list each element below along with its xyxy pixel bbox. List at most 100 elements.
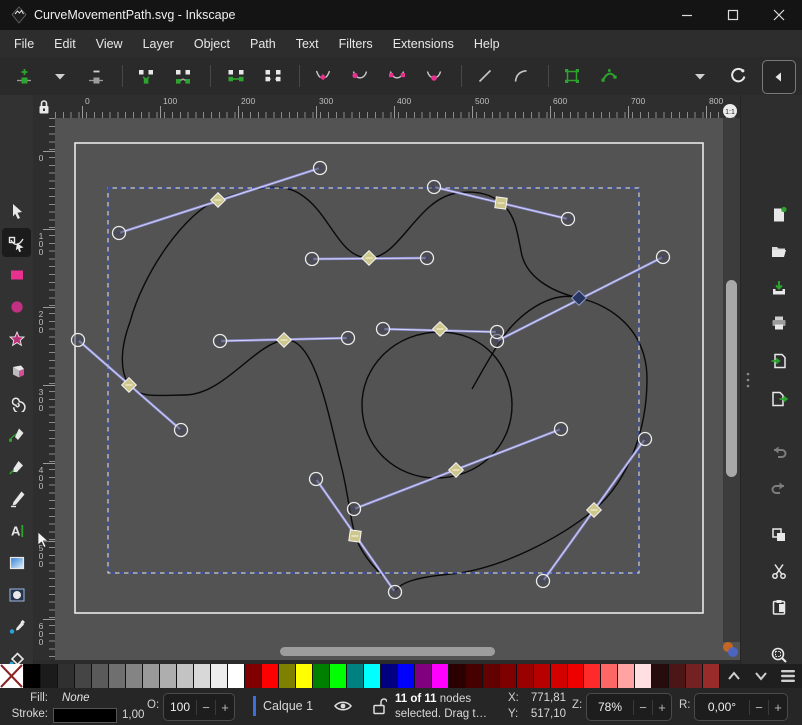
rotate-90-button[interactable] [722,60,754,92]
menu-help[interactable]: Help [464,30,510,57]
layer-name[interactable]: Calque 1 [263,699,313,713]
color-swatch[interactable] [500,664,517,688]
menu-edit[interactable]: Edit [44,30,86,57]
color-swatch[interactable] [534,664,551,688]
color-swatch[interactable] [432,664,449,688]
break-nodes-button[interactable] [167,60,199,92]
stroke-to-path-button[interactable] [593,60,625,92]
menu-view[interactable]: View [86,30,133,57]
pencil-tool[interactable] [2,452,31,481]
copy-button[interactable] [761,519,797,551]
rotation-increase-button[interactable]: + [768,700,787,715]
selector-tool[interactable] [2,196,31,225]
color-swatch[interactable] [194,664,211,688]
layer-visibility-icon[interactable] [333,698,353,714]
bezier-path[interactable] [122,187,647,591]
rotation-spinbox[interactable]: 0,00° − + [694,693,788,721]
close-button[interactable] [756,0,802,30]
delete-segment-button[interactable] [257,60,289,92]
color-swatch[interactable] [228,664,245,688]
horizontal-scrollbar[interactable] [55,642,723,660]
segment-curve-button[interactable] [505,60,537,92]
color-swatch[interactable] [551,664,568,688]
opacity-increase-button[interactable]: + [215,700,234,715]
stroke-width-value[interactable]: 1,00 [122,709,144,721]
collapse-panel-button[interactable] [762,60,796,94]
lock-icon[interactable] [37,99,51,115]
rotation-value[interactable]: 0,00° [695,700,749,714]
delete-node-button[interactable] [80,60,112,92]
color-swatch[interactable] [686,664,703,688]
color-swatch[interactable] [296,664,313,688]
opacity-spinbox[interactable]: 100 − + [163,693,235,721]
export-button[interactable] [761,383,797,415]
color-swatch[interactable] [279,664,296,688]
color-swatch[interactable] [618,664,635,688]
color-swatch[interactable] [262,664,279,688]
color-swatch[interactable] [381,664,398,688]
node-smooth-button[interactable] [344,60,376,92]
rectangle-tool[interactable] [2,260,31,289]
menu-text[interactable]: Text [286,30,329,57]
color-swatch[interactable] [669,664,686,688]
gradient-tool[interactable] [2,548,31,577]
zoom-spinbox[interactable]: 78% − + [586,693,672,721]
star-tool[interactable] [2,324,31,353]
color-swatch[interactable] [58,664,75,688]
text-tool[interactable]: A [2,516,31,545]
color-swatch[interactable] [92,664,109,688]
minimize-button[interactable] [664,0,710,30]
color-swatch[interactable] [330,664,347,688]
maximize-button[interactable] [710,0,756,30]
save-button[interactable] [761,272,797,304]
rotation-decrease-button[interactable]: − [749,700,768,715]
bezier-path[interactable] [472,296,579,389]
pen-tool[interactable] [2,420,31,449]
color-swatch[interactable] [398,664,415,688]
color-swatch[interactable] [568,664,585,688]
join-nodes-button[interactable] [130,60,162,92]
canvas[interactable]: 1:1 [55,118,740,660]
vertical-scrollbar[interactable] [723,118,740,642]
spiral-tool[interactable] [2,388,31,417]
paste-button[interactable] [761,591,797,623]
vertical-scrollbar-thumb[interactable] [726,280,737,477]
open-document-button[interactable] [761,235,797,267]
swatch-none[interactable] [0,664,24,688]
rotation-lock-icon[interactable]: 1:1 [721,102,739,120]
color-swatch[interactable] [517,664,534,688]
color-swatch[interactable] [160,664,177,688]
print-button[interactable] [761,307,797,339]
object-to-path-button[interactable] [556,60,588,92]
ellipse-tool[interactable] [2,292,31,321]
segment-line-button[interactable] [469,60,501,92]
new-document-button[interactable] [761,199,797,231]
color-swatch[interactable] [41,664,58,688]
color-swatch[interactable] [126,664,143,688]
drawing-area[interactable] [55,118,740,660]
insert-node-button[interactable] [8,60,40,92]
mesh-tool[interactable] [2,580,31,609]
color-swatch[interactable] [466,664,483,688]
layer-lock-icon[interactable] [371,697,387,715]
color-swatch[interactable] [347,664,364,688]
node-corner-button[interactable] [307,60,339,92]
stroke-color-swatch[interactable] [53,708,117,723]
node-symmetric-button[interactable] [381,60,413,92]
color-swatch[interactable] [245,664,262,688]
redo-button[interactable] [761,472,797,504]
color-swatch[interactable] [601,664,618,688]
dropper-tool[interactable] [2,612,31,641]
color-swatch[interactable] [109,664,126,688]
color-swatch[interactable] [703,664,720,688]
horizontal-ruler[interactable]: 0100200300400500600700800 [55,95,740,118]
zoom-decrease-button[interactable]: − [633,700,652,715]
extra-dropdown[interactable] [684,60,716,92]
vertical-ruler[interactable]: 0100200300400500600 [33,118,55,660]
color-swatch[interactable] [75,664,92,688]
color-swatch[interactable] [449,664,466,688]
menu-object[interactable]: Object [184,30,240,57]
color-managed-corner-icon[interactable] [721,639,740,659]
menu-layer[interactable]: Layer [133,30,184,57]
color-swatch[interactable] [635,664,652,688]
